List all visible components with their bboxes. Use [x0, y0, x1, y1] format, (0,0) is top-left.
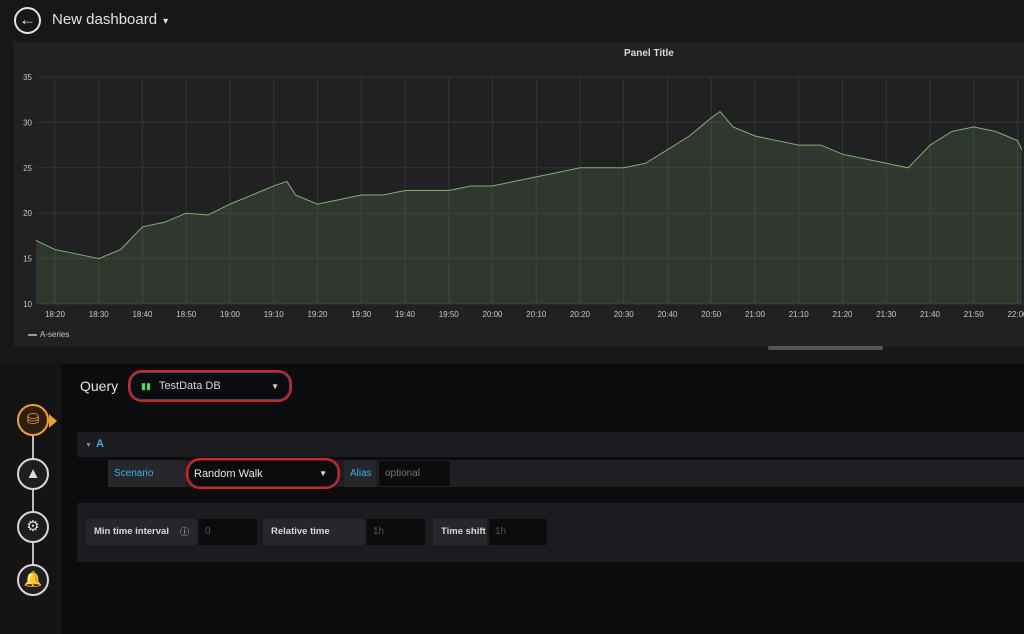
scenario-label: Scenario	[108, 460, 186, 487]
dashboard-title: New dashboard	[52, 11, 158, 28]
series-area	[36, 111, 1022, 304]
x-tick-label: 20:40	[657, 310, 678, 319]
panel-title[interactable]: Panel Title	[14, 48, 1024, 59]
relative-time-label: Relative time	[263, 519, 365, 545]
bell-icon: 🔔	[23, 571, 43, 588]
area-chart-icon: ▲	[25, 465, 41, 482]
panel-resize-handle[interactable]	[768, 346, 883, 350]
legend-swatch	[28, 333, 37, 336]
caret-down-icon: ▼	[271, 381, 279, 391]
scenario-select[interactable]: Random Walk ▼	[186, 458, 340, 489]
x-tick-label: 18:30	[89, 310, 110, 319]
time-shift-label: Time shift	[433, 519, 487, 545]
chart: 10 15 20 25 30 35 18:20 18:30 18:40 18:50 19:00 19:…	[23, 73, 1024, 319]
x-tick-label: 19:20	[307, 310, 328, 319]
info-icon[interactable]: ⓘ	[180, 519, 189, 545]
legend-label: A-series	[40, 330, 70, 339]
x-tick-label: 18:40	[132, 310, 153, 319]
x-tick-label: 19:00	[220, 310, 241, 319]
x-tick-label: 21:10	[789, 310, 810, 319]
min-time-interval-input[interactable]: 0	[199, 519, 257, 545]
x-tick-label: 21:00	[745, 310, 766, 319]
x-tick-label: 21:30	[876, 310, 897, 319]
dashboard-title-dropdown[interactable]: New dashboard ▾	[52, 11, 168, 28]
relative-time-input[interactable]: 1h	[367, 519, 425, 545]
time-shift-input[interactable]: 1h	[489, 519, 547, 545]
datasource-select[interactable]: ▮▮ TestData DB ▼	[128, 370, 292, 402]
testdata-icon: ▮▮	[141, 381, 151, 391]
query-heading: Query	[80, 378, 119, 394]
x-tick-label: 19:30	[351, 310, 372, 319]
scenario-row: Scenario Random Walk ▼ Alias	[108, 458, 1024, 489]
x-tick-label: 19:40	[395, 310, 416, 319]
general-tab[interactable]: ⚙	[17, 511, 49, 543]
legend-item[interactable]: A-series	[28, 330, 69, 339]
x-tick-label: 20:30	[614, 310, 635, 319]
x-tick-label: 21:20	[832, 310, 853, 319]
query-row-a-header[interactable]: ▼ A	[77, 432, 1024, 457]
x-tick-label: 21:40	[920, 310, 941, 319]
x-tick-label: 19:50	[439, 310, 460, 319]
min-time-interval-label: Min time interval ⓘ	[86, 519, 197, 545]
datasource-value: TestData DB	[158, 380, 221, 392]
y-tick-label: 20	[23, 209, 32, 218]
x-tick-label: 18:20	[45, 310, 66, 319]
x-tick-label: 19:10	[264, 310, 285, 319]
y-tick-label: 10	[23, 300, 32, 309]
x-tick-label: 20:20	[570, 310, 591, 319]
query-options: Min time interval ⓘ 0 Relative time 1h Ti…	[77, 503, 1024, 562]
graph-panel: 10 15 20 25 30 35 18:20 18:30 18:40 18:50 19:00 19:…	[14, 42, 1024, 347]
caret-down-icon: ▾	[163, 16, 169, 27]
query-editor	[62, 364, 1024, 634]
queries-tab[interactable]: ⛁	[17, 404, 57, 436]
visualization-tab[interactable]: ▲	[17, 458, 49, 490]
y-tick-label: 30	[23, 118, 32, 127]
caret-down-icon: ▼	[319, 469, 327, 478]
query-ref-id: A	[95, 438, 104, 450]
x-tick-label: 20:00	[482, 310, 503, 319]
y-tick-label: 15	[23, 255, 32, 264]
alias-label: Alias	[344, 460, 376, 487]
gear-wrench-icon: ⚙	[26, 518, 40, 535]
y-tick-label: 35	[23, 73, 32, 82]
x-tick-label: 20:50	[701, 310, 722, 319]
database-icon: ⛁	[26, 411, 40, 428]
alert-tab[interactable]: 🔔	[17, 564, 49, 596]
x-tick-label: 20:10	[526, 310, 547, 319]
x-tick-label: 21:50	[964, 310, 985, 319]
x-tick-label: 18:50	[176, 310, 197, 319]
collapse-caret-icon: ▼	[85, 442, 92, 449]
alias-input[interactable]	[378, 460, 451, 487]
back-button[interactable]: ←	[14, 7, 41, 34]
y-tick-label: 25	[23, 164, 32, 173]
x-tick-label: 22:00	[1007, 310, 1024, 319]
arrow-left-icon: ←	[19, 10, 36, 29]
scenario-value: Random Walk	[194, 467, 263, 480]
